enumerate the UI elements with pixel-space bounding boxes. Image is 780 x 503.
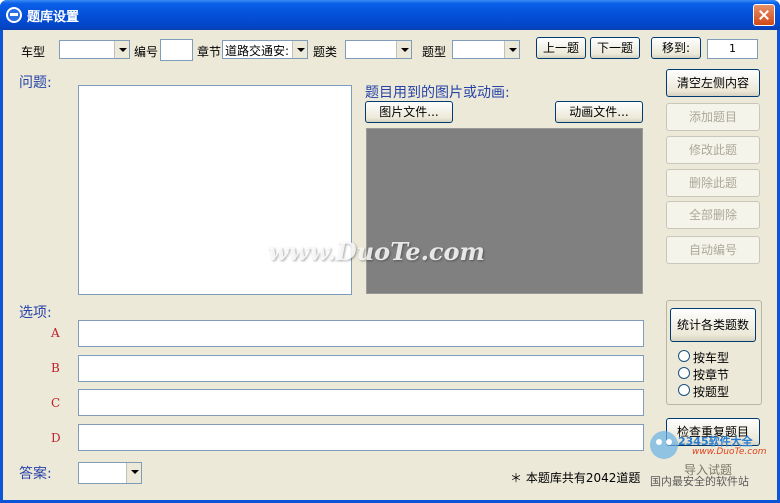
auto-number-button[interactable]: 自动编号 — [666, 236, 760, 264]
car-type-select[interactable] — [59, 40, 130, 59]
car-type-label: 车型 — [21, 45, 46, 59]
question-label: 问题: — [19, 75, 52, 91]
stats-button[interactable]: 统计各类题数 — [670, 308, 756, 342]
delete-question-button[interactable]: 删除此题 — [666, 169, 760, 197]
answer-label: 答案: — [19, 466, 52, 482]
option-c-input[interactable] — [78, 389, 644, 416]
corner-watermark: 2345软件大全 www.DuoTe.com 国内最安全的软件站 — [644, 419, 780, 503]
chapter-select[interactable]: 道路交通安: — [222, 40, 308, 59]
question-type-select[interactable] — [452, 40, 520, 59]
chevron-down-icon — [114, 41, 129, 58]
close-button[interactable] — [753, 4, 775, 26]
option-b-input[interactable] — [78, 355, 644, 382]
option-a-letter: A — [51, 326, 60, 340]
prev-button[interactable]: 上一题 — [536, 37, 586, 59]
chevron-down-icon — [396, 41, 411, 58]
corner-watermark-url: www.DuoTe.com — [692, 447, 767, 457]
question-type-label: 题型 — [422, 45, 447, 59]
option-c-letter: C — [51, 396, 61, 410]
by-car-type-label: 按车型 — [693, 351, 730, 365]
by-chapter-radio[interactable] — [678, 367, 690, 379]
picture-file-button[interactable]: 图片文件... — [365, 101, 453, 123]
media-preview — [366, 128, 643, 294]
by-question-type-radio[interactable] — [678, 384, 690, 396]
edit-question-button[interactable]: 修改此题 — [666, 136, 760, 164]
chapter-label: 章节 — [197, 45, 222, 59]
option-b-letter: B — [51, 361, 60, 375]
media-label: 题目用到的图片或动画: — [365, 85, 510, 101]
chevron-down-icon — [292, 41, 307, 58]
option-d-letter: D — [51, 431, 61, 445]
category-select[interactable] — [345, 40, 412, 59]
watermark: www.DuoTe.com — [268, 237, 485, 266]
by-car-type-radio[interactable] — [678, 350, 690, 362]
by-question-type-label: 按题型 — [693, 385, 730, 399]
clear-left-button[interactable]: 清空左侧内容 — [666, 69, 760, 97]
number-label: 编号 — [134, 45, 159, 59]
option-a-input[interactable] — [78, 320, 644, 347]
chevron-down-icon — [504, 41, 519, 58]
delete-all-button[interactable]: 全部删除 — [666, 201, 760, 229]
app-icon — [6, 7, 22, 23]
goto-input[interactable]: 1 — [707, 39, 758, 59]
corner-watermark-bottom: 国内最安全的软件站 — [650, 475, 749, 488]
animation-file-button[interactable]: 动画文件... — [555, 101, 643, 123]
by-chapter-label: 按章节 — [693, 368, 730, 382]
category-label: 题类 — [313, 45, 338, 59]
next-button[interactable]: 下一题 — [590, 37, 640, 59]
add-question-button[interactable]: 添加题目 — [666, 103, 760, 131]
answer-select[interactable] — [78, 462, 142, 484]
title-bar[interactable]: 题库设置 — [0, 0, 780, 30]
chevron-down-icon — [126, 463, 141, 483]
window-title: 题库设置 — [27, 10, 80, 25]
goto-button[interactable]: 移到: — [651, 37, 701, 59]
number-input[interactable] — [160, 39, 193, 61]
window: 题库设置 车型 编号 章节 道路交通安: 题类 题型 上一题 下一题 移到: 1… — [0, 0, 780, 503]
options-label: 选项: — [19, 305, 52, 321]
total-count-text: ＊ 本题库共有2042道题 — [510, 471, 641, 485]
option-d-input[interactable] — [78, 424, 644, 451]
